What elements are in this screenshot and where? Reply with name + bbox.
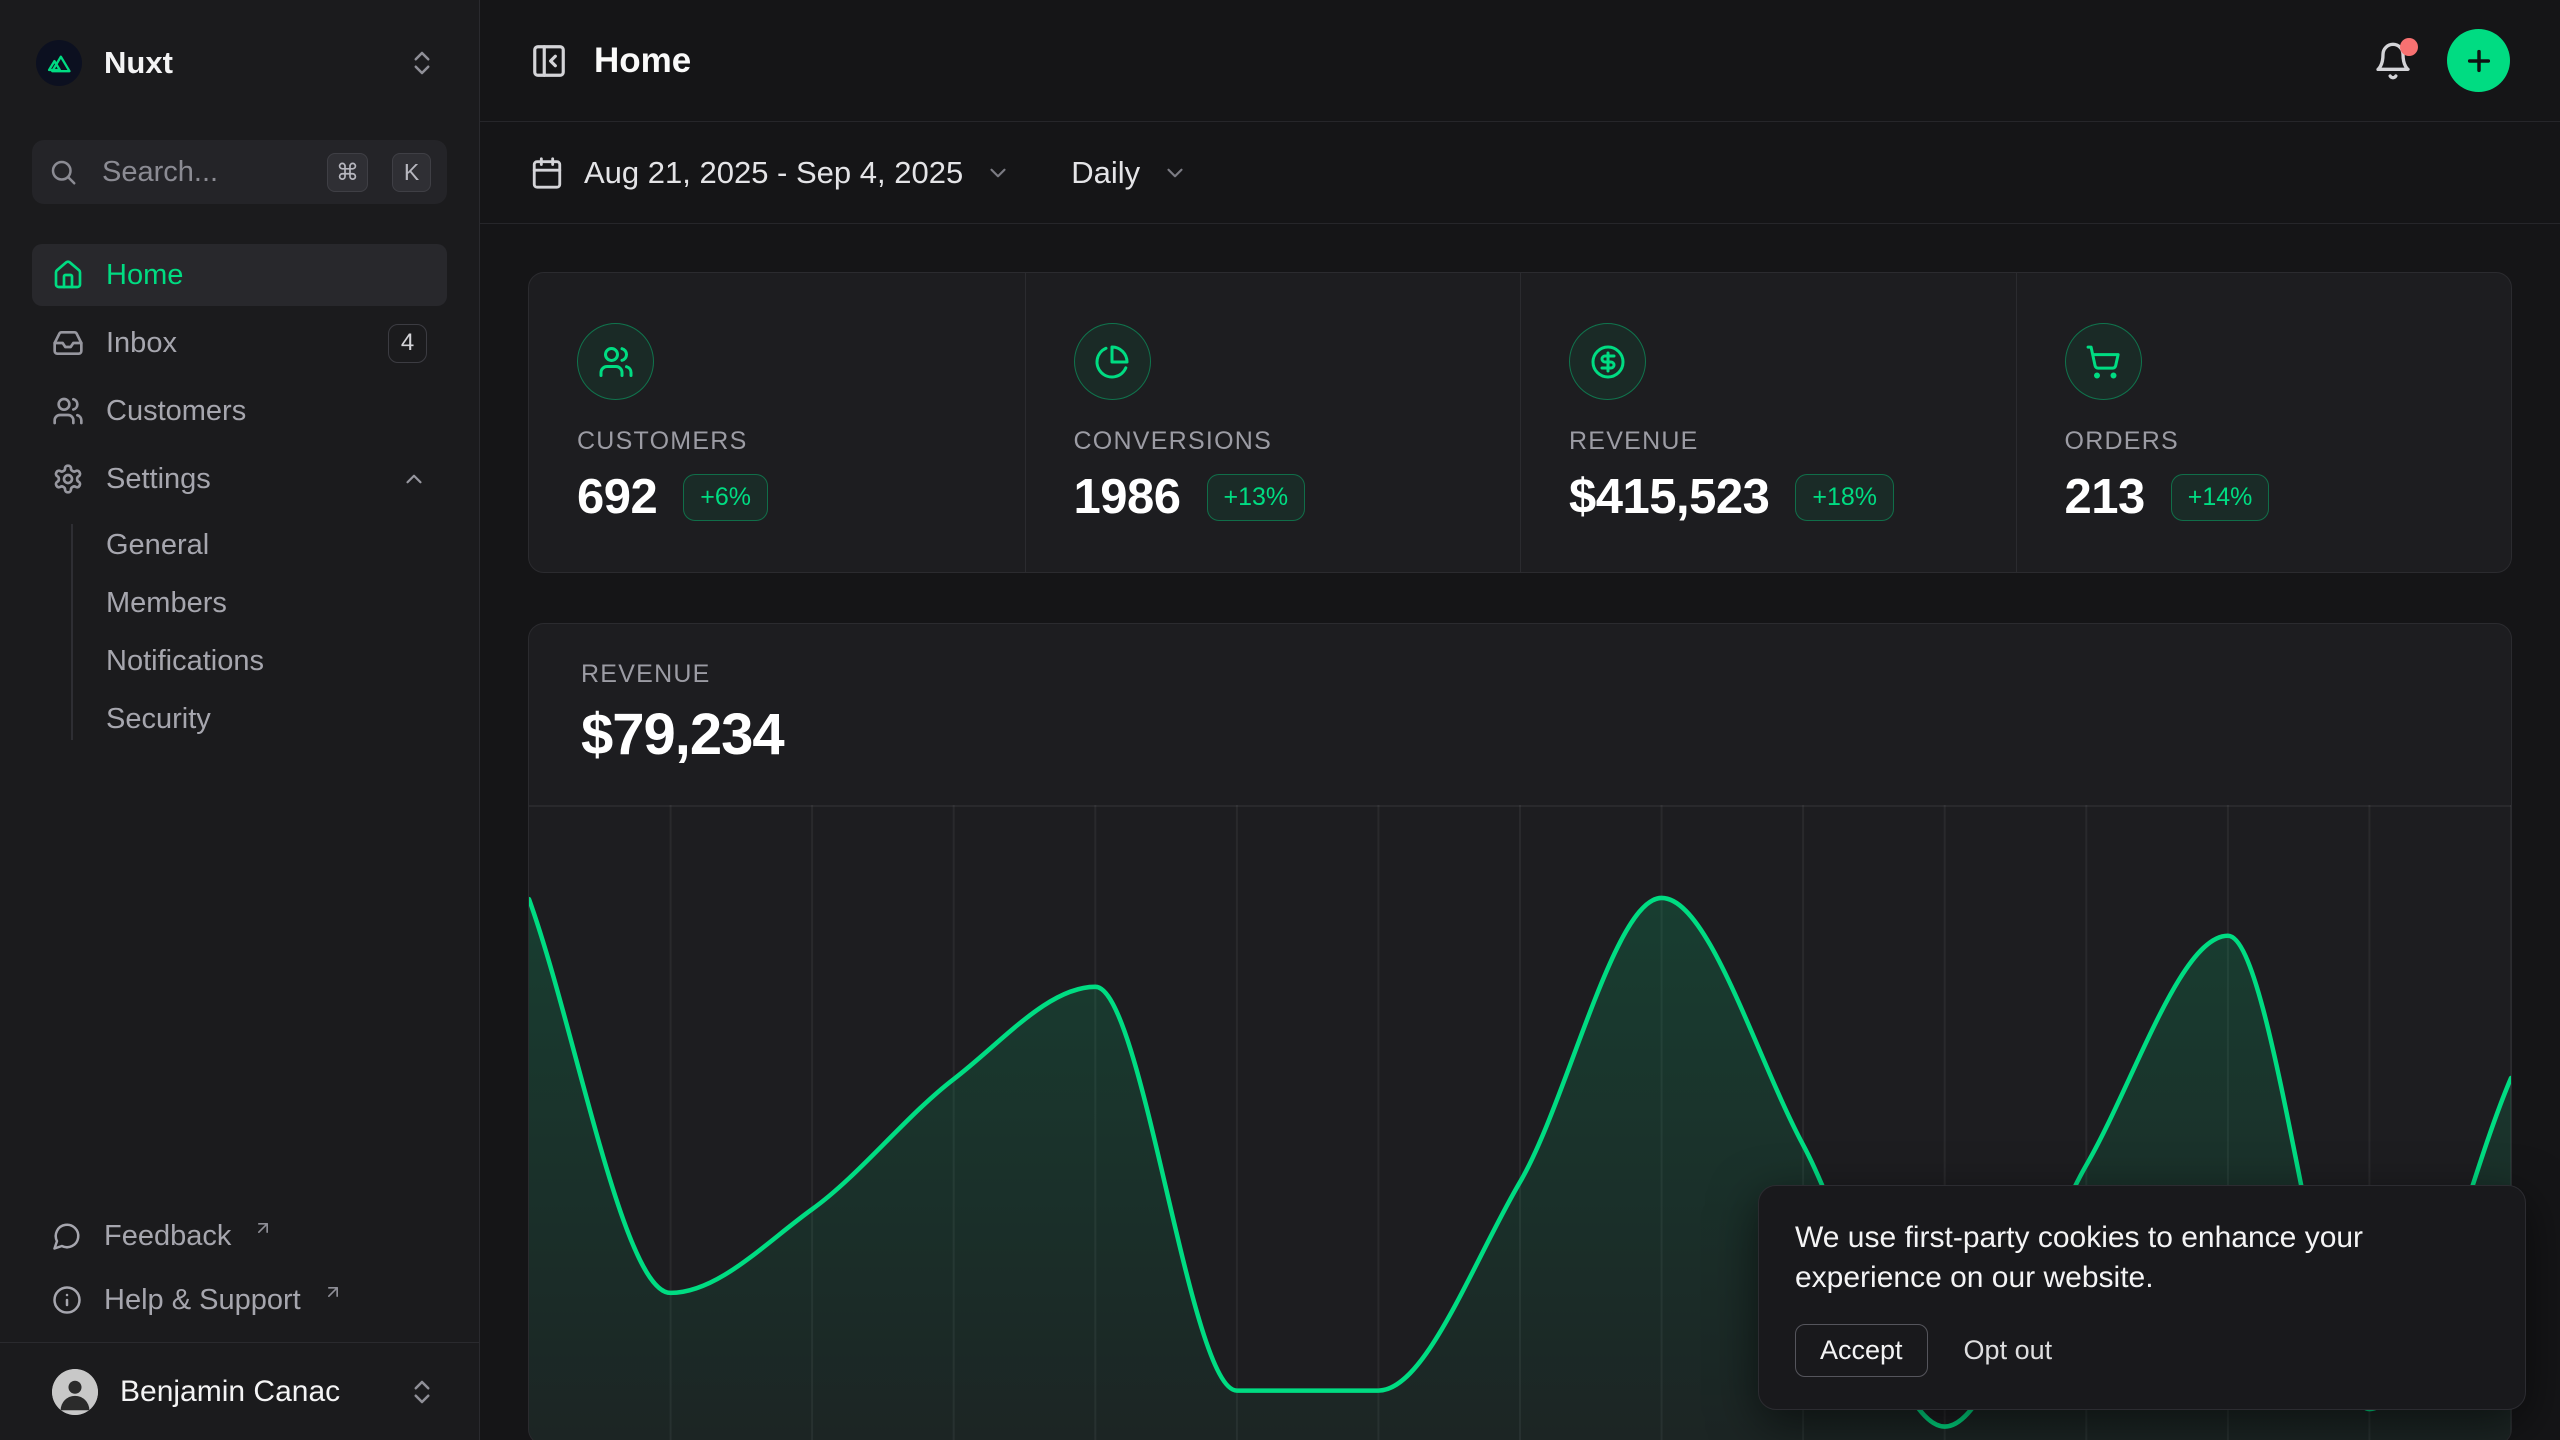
user-name: Benjamin Canac — [120, 1375, 385, 1409]
notification-dot — [2400, 38, 2418, 56]
users-icon — [577, 323, 654, 400]
sidebar-spacer — [32, 748, 447, 1204]
chevron-down-icon — [1162, 160, 1188, 186]
workspace-switcher[interactable]: Nuxt — [32, 34, 447, 92]
plus-icon — [2463, 45, 2495, 77]
search-input[interactable]: Search... ⌘ K — [32, 140, 447, 204]
stat-conversions[interactable]: CONVERSIONS 1986 +13% — [1025, 273, 1521, 573]
stat-value: 213 — [2065, 469, 2145, 525]
submenu-label: Security — [106, 703, 211, 736]
stat-orders[interactable]: ORDERS 213 +14% — [2016, 273, 2512, 573]
page-title: Home — [594, 41, 691, 81]
opt-out-button[interactable]: Opt out — [1960, 1325, 2057, 1376]
kbd-k: K — [392, 153, 431, 192]
pie-chart-icon — [1074, 323, 1151, 400]
stats-summary-card: CUSTOMERS 692 +6% CONVERSIONS 1986 +13% — [528, 272, 2512, 573]
shopping-cart-icon — [2065, 323, 2142, 400]
info-icon — [52, 1285, 82, 1315]
stat-value: $415,523 — [1569, 469, 1769, 525]
stat-delta-badge: +6% — [683, 474, 768, 521]
stat-delta-badge: +14% — [2171, 474, 2270, 521]
sidebar-collapse-button[interactable] — [530, 42, 568, 80]
message-circle-icon — [52, 1221, 82, 1251]
header-actions — [2373, 29, 2510, 92]
circle-dollar-icon — [1569, 323, 1646, 400]
calendar-icon — [530, 156, 564, 190]
home-icon — [52, 259, 84, 291]
cookie-message: We use first-party cookies to enhance yo… — [1795, 1218, 2425, 1298]
search-icon — [48, 157, 78, 187]
submenu-label: Members — [106, 587, 227, 620]
stat-delta-badge: +13% — [1207, 474, 1306, 521]
stat-label: CUSTOMERS — [577, 427, 977, 456]
footer-item-label: Help & Support — [104, 1284, 301, 1317]
chevrons-up-down-icon — [407, 1377, 437, 1407]
add-button[interactable] — [2447, 29, 2510, 92]
kbd-cmd: ⌘ — [327, 153, 368, 192]
chart-title: REVENUE — [581, 660, 2459, 689]
accept-button[interactable]: Accept — [1795, 1324, 1928, 1377]
submenu-label: Notifications — [106, 645, 264, 678]
user-menu[interactable]: Benjamin Canac — [32, 1343, 447, 1440]
sidebar: Nuxt Search... ⌘ K Home Inbox 4 — [0, 0, 480, 1440]
arrow-up-right-icon — [323, 1282, 343, 1302]
sidebar-item-label: Settings — [106, 463, 211, 496]
inbox-count-badge: 4 — [388, 324, 427, 363]
sidebar-item-general[interactable]: General — [32, 516, 447, 574]
cookie-actions: Accept Opt out — [1795, 1324, 2489, 1377]
sidebar-nav: Home Inbox 4 Customers Settings — [32, 244, 447, 510]
chart-header: REVENUE $79,234 — [529, 624, 2511, 768]
cookie-banner: We use first-party cookies to enhance yo… — [1758, 1185, 2526, 1410]
sidebar-item-label: Inbox — [106, 327, 177, 360]
stat-value: 1986 — [1074, 469, 1181, 525]
nuxt-logo-icon — [36, 40, 82, 86]
gear-icon — [52, 463, 84, 495]
panel-left-close-icon — [530, 42, 568, 80]
granularity-value: Daily — [1071, 155, 1140, 191]
stat-value: 692 — [577, 469, 657, 525]
stat-label: ORDERS — [2065, 427, 2464, 456]
stat-label: CONVERSIONS — [1074, 427, 1473, 456]
sidebar-item-inbox[interactable]: Inbox 4 — [32, 312, 447, 374]
date-range-picker[interactable]: Aug 21, 2025 - Sep 4, 2025 — [530, 155, 1011, 191]
page-header: Home — [480, 0, 2560, 122]
users-icon — [52, 395, 84, 427]
granularity-select[interactable]: Daily — [1071, 155, 1188, 191]
stat-revenue[interactable]: REVENUE $415,523 +18% — [1520, 273, 2016, 573]
stat-customers[interactable]: CUSTOMERS 692 +6% — [529, 273, 1025, 573]
sidebar-item-help-support[interactable]: Help & Support — [32, 1268, 447, 1332]
chevrons-up-down-icon — [407, 48, 437, 78]
sidebar-item-label: Customers — [106, 395, 246, 428]
avatar — [52, 1369, 98, 1415]
arrow-up-right-icon — [253, 1218, 273, 1238]
sidebar-item-customers[interactable]: Customers — [32, 380, 447, 442]
sidebar-item-members[interactable]: Members — [32, 574, 447, 632]
date-range-value: Aug 21, 2025 - Sep 4, 2025 — [584, 155, 963, 191]
sidebar-footer-nav: Feedback Help & Support — [32, 1204, 447, 1332]
stat-delta-badge: +18% — [1795, 474, 1894, 521]
chevron-up-icon — [401, 466, 427, 492]
footer-item-label: Feedback — [104, 1220, 231, 1253]
search-placeholder: Search... — [102, 156, 303, 189]
sidebar-item-security[interactable]: Security — [32, 690, 447, 748]
chart-headline-value: $79,234 — [581, 701, 2459, 768]
sidebar-item-home[interactable]: Home — [32, 244, 447, 306]
settings-submenu: General Members Notifications Security — [32, 516, 447, 748]
sidebar-item-feedback[interactable]: Feedback — [32, 1204, 447, 1268]
sidebar-item-label: Home — [106, 259, 183, 292]
notifications-button[interactable] — [2373, 41, 2413, 81]
sidebar-item-notifications[interactable]: Notifications — [32, 632, 447, 690]
chevron-down-icon — [985, 160, 1011, 186]
submenu-label: General — [106, 529, 209, 562]
filter-toolbar: Aug 21, 2025 - Sep 4, 2025 Daily — [480, 122, 2560, 224]
inbox-icon — [52, 327, 84, 359]
workspace-name: Nuxt — [104, 45, 385, 81]
stat-label: REVENUE — [1569, 427, 1968, 456]
sidebar-item-settings[interactable]: Settings — [32, 448, 447, 510]
